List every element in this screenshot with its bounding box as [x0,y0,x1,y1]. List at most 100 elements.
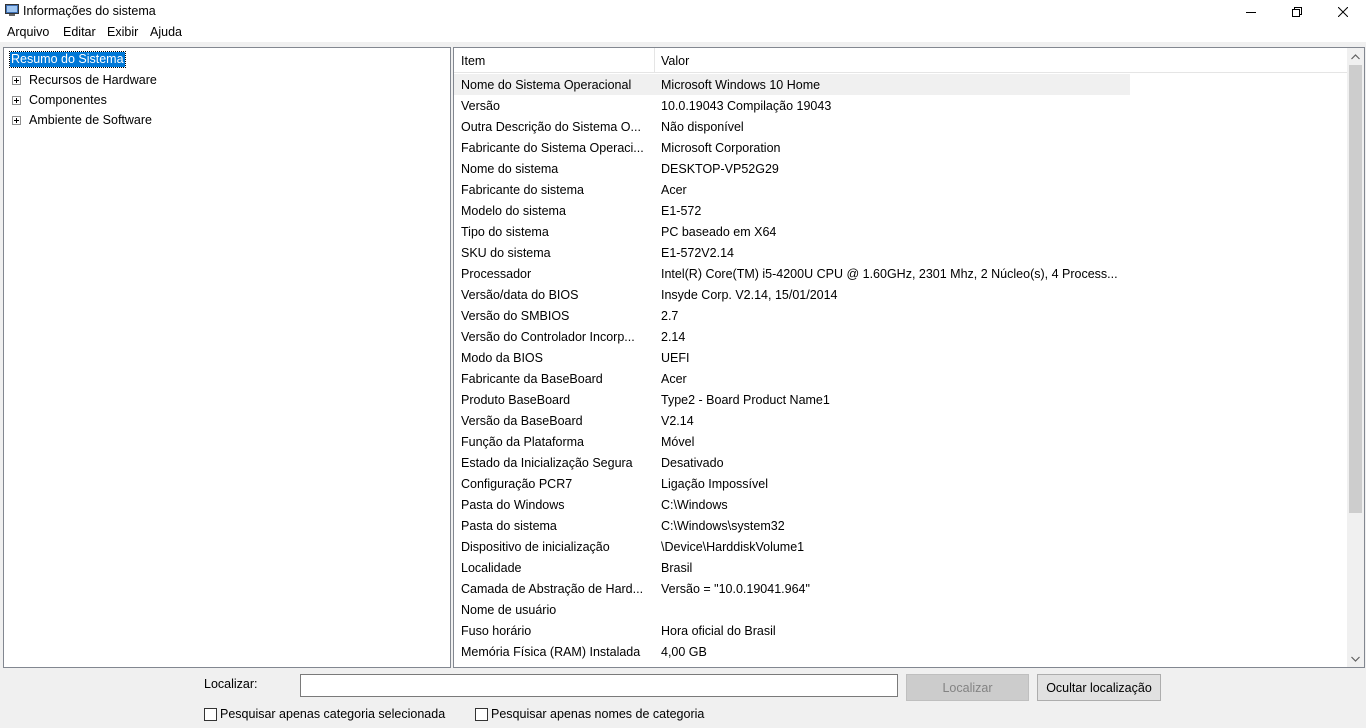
search-category-names-option[interactable]: Pesquisar apenas nomes de categoria [475,707,704,721]
table-row[interactable]: Modo da BIOS UEFI [454,347,1347,368]
restore-button[interactable] [1274,0,1320,23]
cell-item: Estado da Inicialização Segura [461,456,633,470]
cell-item: Processador [461,267,532,281]
menu-ajuda[interactable]: Ajuda [150,25,182,39]
cell-value: E1-572V2.14 [661,246,734,260]
table-row[interactable]: Fuso horário Hora oficial do Brasil [454,620,1347,641]
cell-value: Insyde Corp. V2.14, 15/01/2014 [661,288,838,302]
table-row[interactable]: Fabricante da BaseBoard Acer [454,368,1347,389]
cell-item: Produto BaseBoard [461,393,571,407]
minimize-button[interactable] [1228,0,1274,23]
expand-plus-icon[interactable] [12,75,21,85]
close-icon [1338,6,1348,17]
tree-item-label: Ambiente de Software [29,113,152,127]
cell-value: Ligação Impossível [661,477,769,491]
table-row[interactable]: Nome do Sistema Operacional Microsoft Win… [454,74,1130,95]
cell-value: PC baseado em X64 [661,225,777,239]
table-row[interactable]: Nome de usuário [454,599,1347,620]
cell-item: Versão do Controlador Incorp... [461,330,635,344]
cell-value: Desativado [661,456,724,470]
table-row[interactable]: Versão/data do BIOS Insyde Corp. V2.14, 1… [454,284,1347,305]
vertical-scrollbar[interactable] [1347,48,1364,667]
expand-plus-icon[interactable] [12,115,21,125]
cell-value: Móvel [661,435,695,449]
table-row[interactable]: Função da Plataforma Móvel [454,431,1347,452]
details-list[interactable]: Item Valor Nome do Sistema Operacional Mi… [453,47,1365,668]
list-rows: Nome do Sistema Operacional Microsoft Win… [454,74,1347,662]
table-row[interactable]: Produto BaseBoard Type2 - Board Product N… [454,389,1347,410]
cell-value: Brasil [661,561,693,575]
cell-item: Fuso horário [461,624,532,638]
table-row[interactable]: Outra Descrição do Sistema O... Não dispo… [454,116,1347,137]
table-row[interactable]: Fabricante do sistema Acer [454,179,1347,200]
find-button[interactable]: Localizar [906,674,1029,701]
scroll-down-button[interactable] [1347,650,1364,667]
cell-value: Intel(R) Core(TM) i5-4200U CPU @ 1.60GHz… [661,267,1118,281]
expand-plus-icon[interactable] [12,95,21,105]
table-row[interactable]: Configuração PCR7 Ligação Impossível [454,473,1347,494]
list-header: Item Valor [454,48,1347,73]
table-row[interactable]: Tipo do sistema PC baseado em X64 [454,221,1347,242]
cell-value: UEFI [661,351,690,365]
cell-value: 4,00 GB [661,645,707,659]
column-separator[interactable] [654,48,655,72]
restore-icon [1292,6,1302,17]
cell-item: Versão/data do BIOS [461,288,579,302]
column-header-item[interactable]: Item [461,54,485,68]
cell-item: Pasta do sistema [461,519,557,533]
cell-item: Versão [461,99,500,113]
cell-value: DESKTOP-VP52G29 [661,162,779,176]
table-row[interactable]: SKU do sistema E1-572V2.14 [454,242,1347,263]
scroll-up-button[interactable] [1347,48,1364,65]
tree-item-hardware-resources[interactable]: Recursos de Hardware [12,72,157,88]
cell-value: Microsoft Windows 10 Home [661,78,821,92]
table-row[interactable]: Modelo do sistema E1-572 [454,200,1347,221]
cell-item: Nome do Sistema Operacional [461,78,632,92]
cell-item: Dispositivo de inicialização [461,540,610,554]
tree-item-system-summary[interactable]: Resumo do Sistema [9,51,126,68]
table-row[interactable]: Fabricante do Sistema Operaci... Microsof… [454,137,1347,158]
hide-find-button[interactable]: Ocultar localização [1037,674,1161,701]
search-selected-category-option[interactable]: Pesquisar apenas categoria selecionada [204,707,445,721]
tree-item-label: Recursos de Hardware [29,73,157,87]
cell-item: Modo da BIOS [461,351,543,365]
table-row[interactable]: Pasta do Windows C:\Windows [454,494,1347,515]
cell-item: SKU do sistema [461,246,551,260]
table-row[interactable]: Versão da BaseBoard V2.14 [454,410,1347,431]
cell-value: Hora oficial do Brasil [661,624,776,638]
menu-exibir[interactable]: Exibir [107,25,138,39]
cell-item: Fabricante do Sistema Operaci... [461,141,644,155]
cell-item: Versão da BaseBoard [461,414,583,428]
title-bar: Informações do sistema [0,0,1366,23]
cell-value: Acer [661,372,687,386]
checkbox-label: Pesquisar apenas categoria selecionada [220,707,446,721]
column-header-value[interactable]: Valor [661,54,689,68]
table-row[interactable]: Processador Intel(R) Core(TM) i5-4200U CP… [454,263,1347,284]
table-row[interactable]: Versão do SMBIOS 2.7 [454,305,1347,326]
close-button[interactable] [1320,0,1366,23]
table-row[interactable]: Camada de Abstração de Hard... Versão = "… [454,578,1347,599]
menu-editar[interactable]: Editar [63,25,96,39]
find-label: Localizar: [204,677,258,691]
system-info-app-icon [5,4,19,16]
table-row[interactable]: Pasta do sistema C:\Windows\system32 [454,515,1347,536]
menu-arquivo[interactable]: Arquivo [7,25,49,39]
tree-item-software-environment[interactable]: Ambiente de Software [12,112,152,128]
category-tree[interactable]: Resumo do Sistema Recursos de Hardware C… [3,47,451,668]
cell-value: 2.14 [661,330,686,344]
find-input[interactable] [300,674,898,697]
tree-item-components[interactable]: Componentes [12,92,107,108]
table-row[interactable]: Nome do sistema DESKTOP-VP52G29 [454,158,1347,179]
table-row[interactable]: Memória Física (RAM) Instalada 4,00 GB [454,641,1347,662]
table-row[interactable]: Versão 10.0.19043 Compilação 19043 [454,95,1347,116]
search-category-names-checkbox[interactable] [475,707,488,721]
tree-item-label: Componentes [29,93,107,107]
cell-value: 2.7 [661,309,679,323]
table-row[interactable]: Versão do Controlador Incorp... 2.14 [454,326,1347,347]
search-selected-category-checkbox[interactable] [204,707,217,721]
scroll-thumb[interactable] [1349,65,1362,513]
table-row[interactable]: Localidade Brasil [454,557,1347,578]
table-row[interactable]: Dispositivo de inicialização \Device\Hard… [454,536,1347,557]
table-row[interactable]: Estado da Inicialização Segura Desativado [454,452,1347,473]
cell-value: Microsoft Corporation [661,141,781,155]
